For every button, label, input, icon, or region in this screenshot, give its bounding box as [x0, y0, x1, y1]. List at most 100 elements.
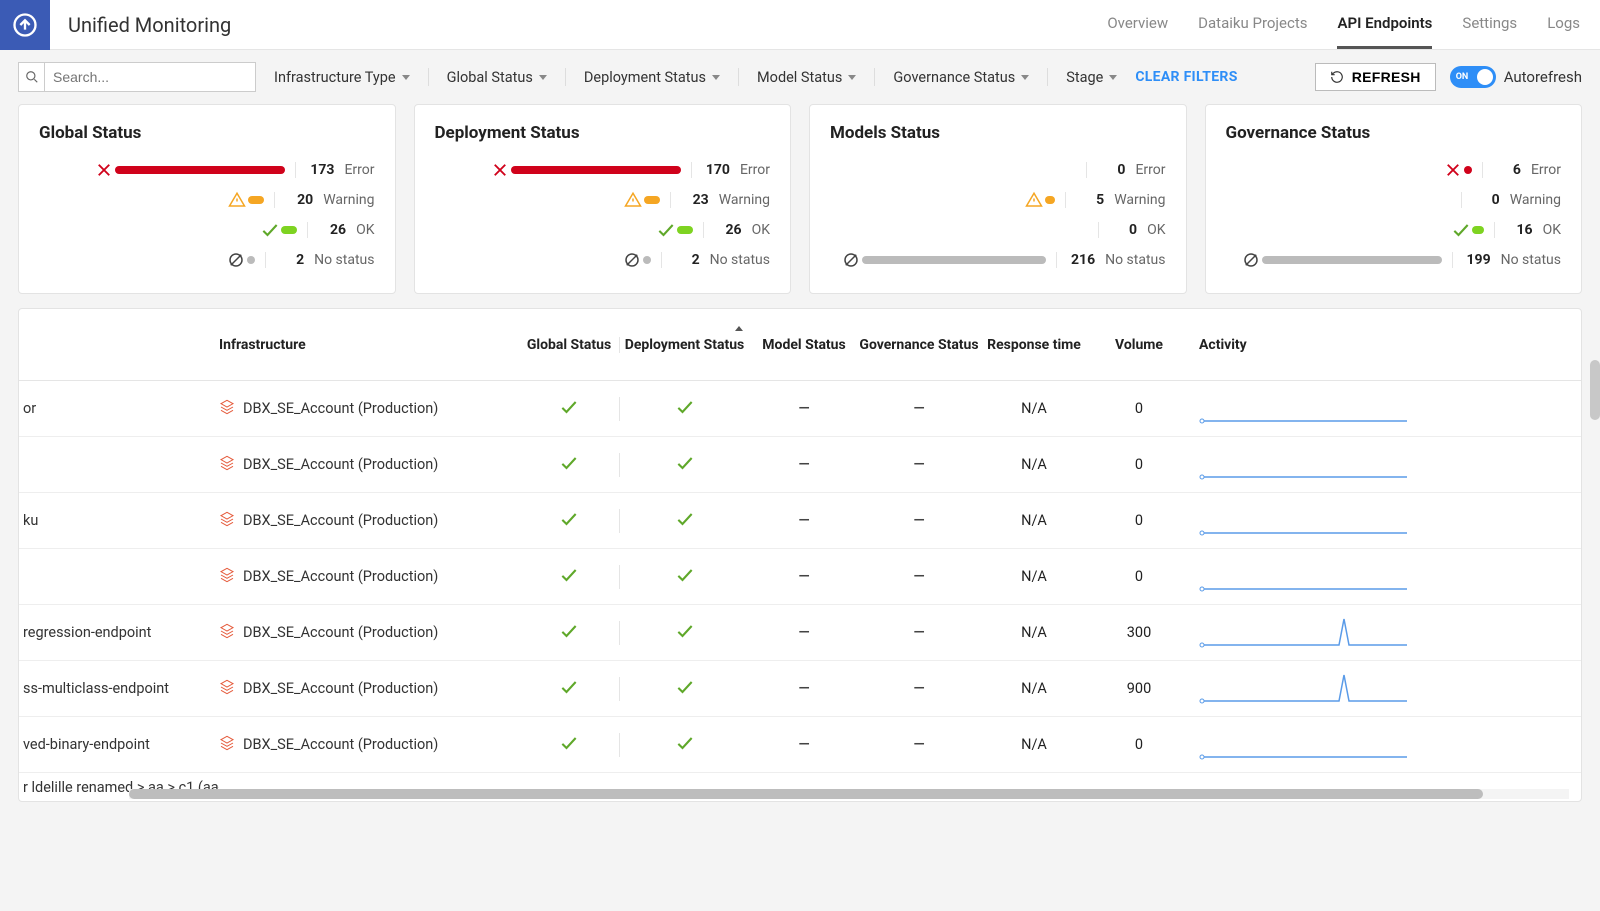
- cell-deploy-status: [619, 621, 749, 645]
- cell-response-time: N/A: [979, 400, 1089, 417]
- cell-response-time: N/A: [979, 736, 1089, 753]
- card-title: Models Status: [830, 123, 1166, 143]
- infra-icon: [219, 511, 235, 531]
- filter-deployment-status[interactable]: Deployment Status: [580, 69, 724, 86]
- clear-filters-button[interactable]: CLEAR FILTERS: [1135, 69, 1237, 85]
- th-deployment-status[interactable]: Deployment Status: [619, 337, 749, 353]
- cell-deploy-status: [619, 733, 749, 757]
- table-row[interactable]: DBX_SE_Account (Production)——N/A0: [19, 549, 1581, 605]
- refresh-icon: [1330, 70, 1344, 84]
- filter-infrastructure-type[interactable]: Infrastructure Type: [270, 69, 414, 86]
- table-row[interactable]: kuDBX_SE_Account (Production)——N/A0: [19, 493, 1581, 549]
- cell-infra: DBX_SE_Account (Production): [219, 735, 519, 755]
- caret-down-icon: [539, 75, 547, 80]
- status-label: Warning: [719, 192, 770, 208]
- status-row: 5Warning: [830, 189, 1166, 211]
- check-icon: [559, 516, 579, 533]
- cell-global-status: [519, 733, 619, 757]
- check-icon: [259, 220, 281, 240]
- status-label: Error: [740, 162, 770, 178]
- status-count: 0: [1109, 222, 1137, 238]
- cell-global-status: [519, 621, 619, 645]
- check-icon: [675, 684, 695, 701]
- status-card-governance-status: Governance Status6Error0Warning16OK199No…: [1205, 104, 1583, 294]
- empty-set-icon: [1240, 251, 1262, 269]
- cell-gov-status: —: [859, 456, 979, 473]
- filter-governance-status[interactable]: Governance Status: [889, 69, 1033, 86]
- nav-logs[interactable]: Logs: [1547, 0, 1580, 49]
- th-global-status[interactable]: Global Status: [519, 337, 619, 353]
- status-row: 2No status: [435, 249, 771, 271]
- check-icon: [559, 572, 579, 589]
- status-row: 170 Error: [435, 159, 771, 181]
- table-row[interactable]: ved-binary-endpointDBX_SE_Account (Produ…: [19, 717, 1581, 773]
- nav-overview[interactable]: Overview: [1107, 0, 1168, 49]
- nav-api-endpoints[interactable]: API Endpoints: [1337, 0, 1432, 49]
- cell-model-status: —: [749, 624, 859, 641]
- th-volume[interactable]: Volume: [1089, 337, 1189, 353]
- status-count: 2: [276, 252, 304, 268]
- status-row: 26OK: [435, 219, 771, 241]
- table-row[interactable]: regression-endpointDBX_SE_Account (Produ…: [19, 605, 1581, 661]
- status-count: 26: [714, 222, 742, 238]
- check-icon: [675, 460, 695, 477]
- status-count: 0: [1472, 192, 1500, 208]
- cell-activity: [1189, 389, 1409, 429]
- status-row: 2No status: [39, 249, 375, 271]
- cell-response-time: N/A: [979, 568, 1089, 585]
- status-count: 173: [306, 162, 334, 178]
- filter-model-status[interactable]: Model Status: [753, 69, 860, 86]
- cell-gov-status: —: [859, 624, 979, 641]
- status-count: 170: [702, 162, 730, 178]
- infra-icon: [219, 679, 235, 699]
- nav-settings[interactable]: Settings: [1462, 0, 1517, 49]
- filter-stage[interactable]: Stage: [1062, 69, 1121, 86]
- vertical-scrollbar[interactable]: [1590, 360, 1600, 420]
- table-row[interactable]: ss-multiclass-endpointDBX_SE_Account (Pr…: [19, 661, 1581, 717]
- cell-activity: [1189, 445, 1409, 485]
- cell-activity: [1189, 557, 1409, 597]
- refresh-button[interactable]: REFRESH: [1315, 63, 1436, 91]
- cell-gov-status: —: [859, 568, 979, 585]
- filter-global-status[interactable]: Global Status: [443, 69, 551, 86]
- check-icon: [559, 740, 579, 757]
- infra-icon: [219, 455, 235, 475]
- cell-infra: DBX_SE_Account (Production): [219, 511, 519, 531]
- cell-response-time: N/A: [979, 512, 1089, 529]
- autorefresh-toggle[interactable]: ON Autorefresh: [1450, 66, 1582, 88]
- cell-volume: 0: [1089, 400, 1189, 417]
- table-row[interactable]: DBX_SE_Account (Production)——N/A0: [19, 437, 1581, 493]
- status-label: OK: [1147, 222, 1165, 238]
- status-cards-row: Global Status173Error20Warning26OK2No st…: [0, 104, 1600, 308]
- th-response-time[interactable]: Response time: [979, 337, 1089, 353]
- check-icon: [559, 684, 579, 701]
- status-card-models-status: Models Status0Error5Warning0OK216No stat…: [809, 104, 1187, 294]
- header-nav: Overview Dataiku Projects API Endpoints Set…: [1107, 0, 1600, 49]
- cell-response-time: N/A: [979, 624, 1089, 641]
- cell-volume: 900: [1089, 680, 1189, 697]
- app-header: Unified Monitoring OverviewDataiku Proje…: [0, 0, 1600, 50]
- card-title: Global Status: [39, 123, 375, 143]
- cell-deploy-status: [619, 565, 749, 589]
- status-count: 2: [672, 252, 700, 268]
- app-logo[interactable]: [0, 0, 50, 50]
- table-row[interactable]: orDBX_SE_Account (Production)——N/A0: [19, 381, 1581, 437]
- caret-down-icon: [712, 75, 720, 80]
- status-row: 23Warning: [435, 189, 771, 211]
- nav-dataiku-projects[interactable]: Dataiku Projects: [1198, 0, 1307, 49]
- th-governance-status[interactable]: Governance Status: [859, 337, 979, 353]
- status-count: 16: [1505, 222, 1533, 238]
- caret-down-icon: [1021, 75, 1029, 80]
- search-input[interactable]: [45, 64, 255, 90]
- cell-volume: 300: [1089, 624, 1189, 641]
- cell-deploy-status: [619, 453, 749, 477]
- cell-response-time: N/A: [979, 680, 1089, 697]
- th-model-status[interactable]: Model Status: [749, 337, 859, 353]
- th-activity[interactable]: Activity: [1189, 337, 1409, 353]
- toolbar: Infrastructure Type Global Status Deployme…: [0, 50, 1600, 104]
- cell-gov-status: —: [859, 736, 979, 753]
- cell-infra: DBX_SE_Account (Production): [219, 679, 519, 699]
- status-label: No status: [1501, 252, 1561, 268]
- th-infrastructure[interactable]: Infrastructure: [219, 337, 519, 353]
- horizontal-scrollbar[interactable]: [129, 789, 1569, 799]
